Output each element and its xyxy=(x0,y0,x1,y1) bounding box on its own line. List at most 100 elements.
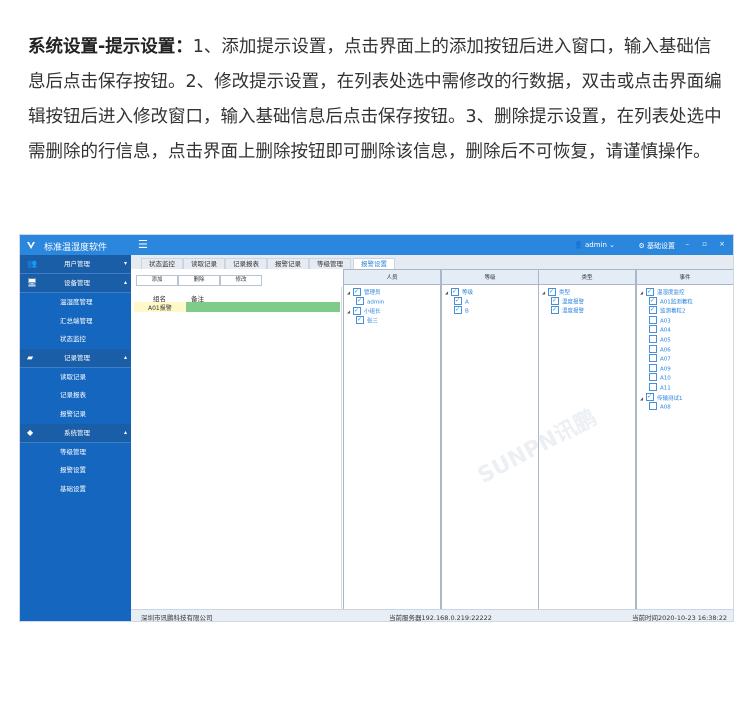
chevron-up-icon: ▴ xyxy=(123,279,127,286)
tree-label: A xyxy=(465,299,469,306)
app-window: 标准温湿度软件 ☰ 👤 admin ⌄ ⚙ 基础设置 – ▫ × 👥 用户管理 … xyxy=(19,234,734,622)
server-address: 当前服务器192.168.0.219:22222 xyxy=(389,614,492,622)
company-name: 深圳市讯鹏科技有限公司 xyxy=(141,614,213,622)
checkbox[interactable] xyxy=(353,306,361,315)
checkbox[interactable] xyxy=(649,354,657,363)
intro-paragraph: 系统设置-提示设置：1、添加提示设置，点击界面上的添加按钮后进入窗口，输入基础信… xyxy=(28,30,728,170)
checkbox[interactable] xyxy=(649,373,657,382)
checkbox[interactable] xyxy=(353,287,361,296)
chevron-down-icon: ▾ xyxy=(123,260,127,267)
checkbox[interactable] xyxy=(551,305,559,315)
close-icon[interactable]: × xyxy=(719,240,725,248)
sidebar-item-alarm-settings[interactable]: 报警设置 xyxy=(20,461,131,480)
device-panel: 事件 ◢温湿度监控 A01监测着粒 监测着粒2 A03 A04 A05 A06 … xyxy=(636,269,733,610)
checkbox[interactable] xyxy=(548,287,556,296)
sidebar-group-label: 系统管理 xyxy=(64,428,90,437)
user-name: admin xyxy=(584,241,607,249)
basic-settings-button[interactable]: ⚙ 基础设置 xyxy=(638,241,675,251)
main-content: 添加 删除 修改 组名 备注 A01报警 人员 ◢管理员 admin ◢小组长 … xyxy=(131,269,733,610)
checkbox[interactable] xyxy=(649,382,657,391)
tree-label: A08 xyxy=(660,404,671,411)
sidebar-item-humidity-mgmt[interactable]: 温湿度管理 xyxy=(20,293,131,312)
tab-bar: 状态监控 读取记录 记录报表 报警记录 等级管理 报警设置 xyxy=(131,255,733,270)
current-time: 当前时间2020-10-23 16:38:22 xyxy=(631,614,727,622)
tree-node[interactable]: B xyxy=(445,305,538,317)
sidebar-group-records[interactable]: ▰ 记录管理 ▴ xyxy=(20,348,131,368)
tree-label: A01监测着粒 xyxy=(660,299,693,306)
sidebar-item-record-report[interactable]: 记录报表 xyxy=(20,386,131,405)
checkbox[interactable] xyxy=(646,392,654,402)
checkbox[interactable] xyxy=(649,334,657,343)
minimize-icon[interactable]: – xyxy=(686,240,690,248)
checkbox[interactable] xyxy=(356,315,364,324)
tree-label: A06 xyxy=(660,347,671,354)
chevron-up-icon: ▴ xyxy=(123,353,127,361)
sidebar-item-status-monitor[interactable]: 状态监控 xyxy=(20,330,131,349)
group-table: 组名 备注 A01报警 xyxy=(131,287,342,609)
sidebar-group-system[interactable]: ◆ 系统管理 ▴ xyxy=(20,423,131,443)
sidebar-item-read-records[interactable]: 读取记录 xyxy=(20,368,131,387)
checkbox[interactable] xyxy=(649,363,657,372)
monitor-icon: 🖥 xyxy=(27,278,38,287)
checkbox[interactable] xyxy=(649,296,657,305)
tree-label: A11 xyxy=(660,385,671,392)
status-bar: 深圳市讯鹏科技有限公司 当前服务器192.168.0.219:22222 当前时… xyxy=(131,609,733,622)
tree-label: A05 xyxy=(660,337,671,344)
tree-label: A07 xyxy=(660,356,671,363)
sidebar-item-alarm-records[interactable]: 报警记录 xyxy=(20,405,131,424)
gear-icon: ⚙ xyxy=(638,242,647,250)
tree-label: B xyxy=(465,308,469,315)
chevron-down-icon: ⌄ xyxy=(606,241,615,249)
checkbox[interactable] xyxy=(649,315,657,324)
edit-button[interactable]: 修改 xyxy=(220,275,262,286)
tree-label: 温湿度监控 xyxy=(657,290,685,296)
checkbox[interactable] xyxy=(356,296,364,305)
checkbox[interactable] xyxy=(649,305,657,315)
checkbox[interactable] xyxy=(454,305,462,315)
delete-button[interactable]: 删除 xyxy=(178,275,220,286)
checkbox[interactable] xyxy=(551,296,559,305)
menu-toggle-icon[interactable]: ☰ xyxy=(138,238,148,251)
panel-title: 事件 xyxy=(637,270,733,285)
tree-label: 监测着粒2 xyxy=(660,308,686,315)
tree-label: A10 xyxy=(660,375,671,382)
title-bar: 标准温湿度软件 ☰ 👤 admin ⌄ ⚙ 基础设置 – ▫ × xyxy=(20,235,733,255)
tree-label: 管理员 xyxy=(364,290,381,296)
tree-label: 小组长 xyxy=(364,309,381,316)
panel-title: 类型 xyxy=(539,270,635,285)
sidebar-group-device[interactable]: 🖥 设备管理 ▴ xyxy=(20,274,131,293)
tree-label: 张三 xyxy=(367,318,379,325)
sidebar-item-level-mgmt[interactable]: 等级管理 xyxy=(20,443,131,462)
user-menu[interactable]: 👤 admin ⌄ xyxy=(574,241,615,249)
checkbox[interactable] xyxy=(451,287,459,296)
panel-title: 人员 xyxy=(344,270,440,285)
tree-label: A09 xyxy=(660,366,671,373)
maximize-icon[interactable]: ▫ xyxy=(702,240,707,248)
tree-label: 传输测试1 xyxy=(657,395,683,402)
panel-title: 等级 xyxy=(442,270,538,285)
intro-title: 系统设置-提示设置： xyxy=(28,37,193,57)
tree-label: 温度报警 xyxy=(562,299,585,306)
table-header: 组名 备注 xyxy=(131,291,341,303)
tree-label: A03 xyxy=(660,318,671,325)
sidebar-group-label: 用户管理 xyxy=(64,260,90,268)
sidebar: 👥 用户管理 ▾ 🖥 设备管理 ▴ 温湿度管理 汇总端管理 状态监控 ▰ 记录管… xyxy=(20,255,131,621)
add-button[interactable]: 添加 xyxy=(136,275,178,286)
sidebar-group-users[interactable]: 👥 用户管理 ▾ xyxy=(20,255,131,274)
tree-node[interactable]: A08 xyxy=(640,402,733,413)
basic-settings-label: 基础设置 xyxy=(647,242,675,250)
checkbox[interactable] xyxy=(646,287,654,296)
tree-label: 湿度报警 xyxy=(562,308,585,315)
checkbox[interactable] xyxy=(649,402,657,411)
folder-icon: ▰ xyxy=(27,352,34,362)
checkbox[interactable] xyxy=(454,296,462,305)
checkbox[interactable] xyxy=(649,325,657,334)
sidebar-item-summary-mgmt[interactable]: 汇总端管理 xyxy=(20,312,131,331)
checkbox[interactable] xyxy=(649,344,657,353)
tree-node[interactable]: 张三 xyxy=(347,315,440,327)
users-icon: 👥 xyxy=(27,259,37,268)
tree-node[interactable]: 湿度报警 xyxy=(542,305,635,317)
sidebar-item-basic-settings[interactable]: 基础设置 xyxy=(20,480,131,499)
table-row[interactable]: A01报警 xyxy=(134,302,340,312)
tree-label: 等级 xyxy=(462,290,474,296)
